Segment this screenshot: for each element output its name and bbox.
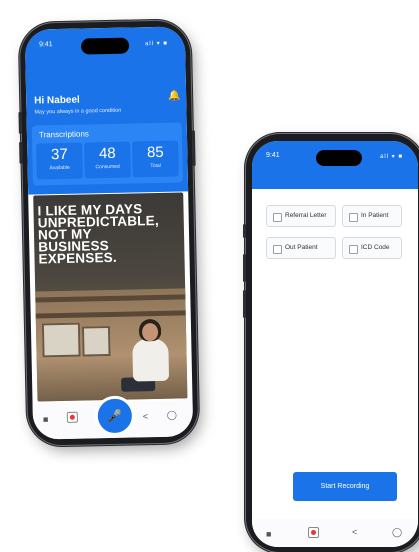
stat-consumed: 48 Consumed [84, 141, 131, 179]
status-time: 9:41 [266, 152, 280, 159]
stat-value: 85 [146, 143, 164, 162]
home-header: 9:41 all ▾ ■ Hi Nabeel May you always in… [24, 26, 189, 195]
stat-total: 85 Total [132, 140, 179, 178]
share-icon[interactable]: < [143, 411, 148, 421]
ad-headline: I LIKE MY DAYS UNPREDICTABLE, NOT MY BUS… [37, 201, 159, 267]
ad-person-body [132, 338, 170, 382]
checkbox-icon [349, 245, 358, 254]
home-icon[interactable]: ■ [43, 414, 49, 424]
checkbox-icon [273, 213, 282, 222]
option-in-patient[interactable]: In Patient [342, 205, 402, 227]
ad-window [41, 322, 81, 358]
status-icons: all ▾ ■ [144, 40, 169, 48]
microphone-icon: 🎤 [107, 408, 123, 424]
ad-headline-line: EXPENSES. [38, 249, 118, 267]
ad-beam [35, 310, 186, 319]
stat-label: Total [150, 162, 161, 170]
notification-bell-icon[interactable]: 🔔 [168, 90, 181, 101]
recording-header: 9:41 all ▾ ■ [252, 141, 418, 189]
profile-icon[interactable]: ◯ [167, 410, 177, 421]
power-button [191, 130, 196, 167]
transcriptions-title: Transcriptions [38, 129, 89, 140]
phone-right: 9:41 all ▾ ■ Referral Letter In Patient … [243, 134, 419, 552]
greeting-title: Hi Nabeel [34, 94, 80, 107]
microphone-button[interactable]: 🎤 [94, 395, 136, 437]
volume-button [243, 254, 246, 282]
record-icon[interactable] [308, 527, 319, 540]
ad-beam [35, 294, 186, 303]
advertisement-banner[interactable]: I LIKE MY DAYS UNPREDICTABLE, NOT MY BUS… [33, 192, 188, 402]
phone-left-screen: 9:41 all ▾ ■ Hi Nabeel May you always in… [24, 26, 194, 440]
checkbox-icon [273, 245, 282, 254]
bottom-navigation: ■ < ◯ [252, 519, 418, 547]
option-out-patient[interactable]: Out Patient [266, 237, 336, 259]
ad-photo [35, 288, 188, 402]
stat-available: 37 Available [36, 142, 83, 180]
ad-window [81, 326, 111, 357]
share-icon[interactable]: < [352, 527, 357, 537]
phone-left: 9:41 all ▾ ■ Hi Nabeel May you always in… [18, 20, 199, 446]
stat-value: 37 [50, 145, 68, 164]
home-icon[interactable]: ■ [266, 529, 271, 539]
status-icons: all ▾ ■ [380, 154, 403, 160]
dynamic-island [80, 37, 130, 55]
start-recording-button[interactable]: Start Recording [293, 472, 397, 501]
option-label: In Patient [361, 212, 389, 219]
volume-button [18, 111, 22, 134]
volume-button [19, 141, 23, 164]
dynamic-island [316, 150, 362, 166]
profile-icon[interactable]: ◯ [392, 527, 402, 538]
bottom-navigation: ■ 🎤 < ◯ [32, 395, 194, 440]
action-button [243, 224, 246, 238]
greeting-subtitle: May you always in a good condition [34, 107, 122, 116]
option-referral-letter[interactable]: Referral Letter [266, 205, 336, 227]
stat-label: Available [49, 164, 70, 172]
option-icd-code[interactable]: ICD Code [342, 237, 402, 259]
option-label: Out Patient [285, 244, 318, 251]
status-time: 9:41 [38, 41, 53, 49]
option-label: Referral Letter [285, 212, 327, 219]
phone-right-screen: 9:41 all ▾ ■ Referral Letter In Patient … [252, 141, 418, 547]
record-icon[interactable] [66, 411, 78, 425]
stat-label: Consumed [95, 163, 120, 171]
checkbox-icon [349, 213, 358, 222]
transcriptions-card: Transcriptions 37 Available 48 Consumed … [31, 122, 183, 186]
option-label: ICD Code [361, 244, 390, 251]
volume-button [243, 290, 246, 318]
stat-value: 48 [98, 144, 116, 163]
